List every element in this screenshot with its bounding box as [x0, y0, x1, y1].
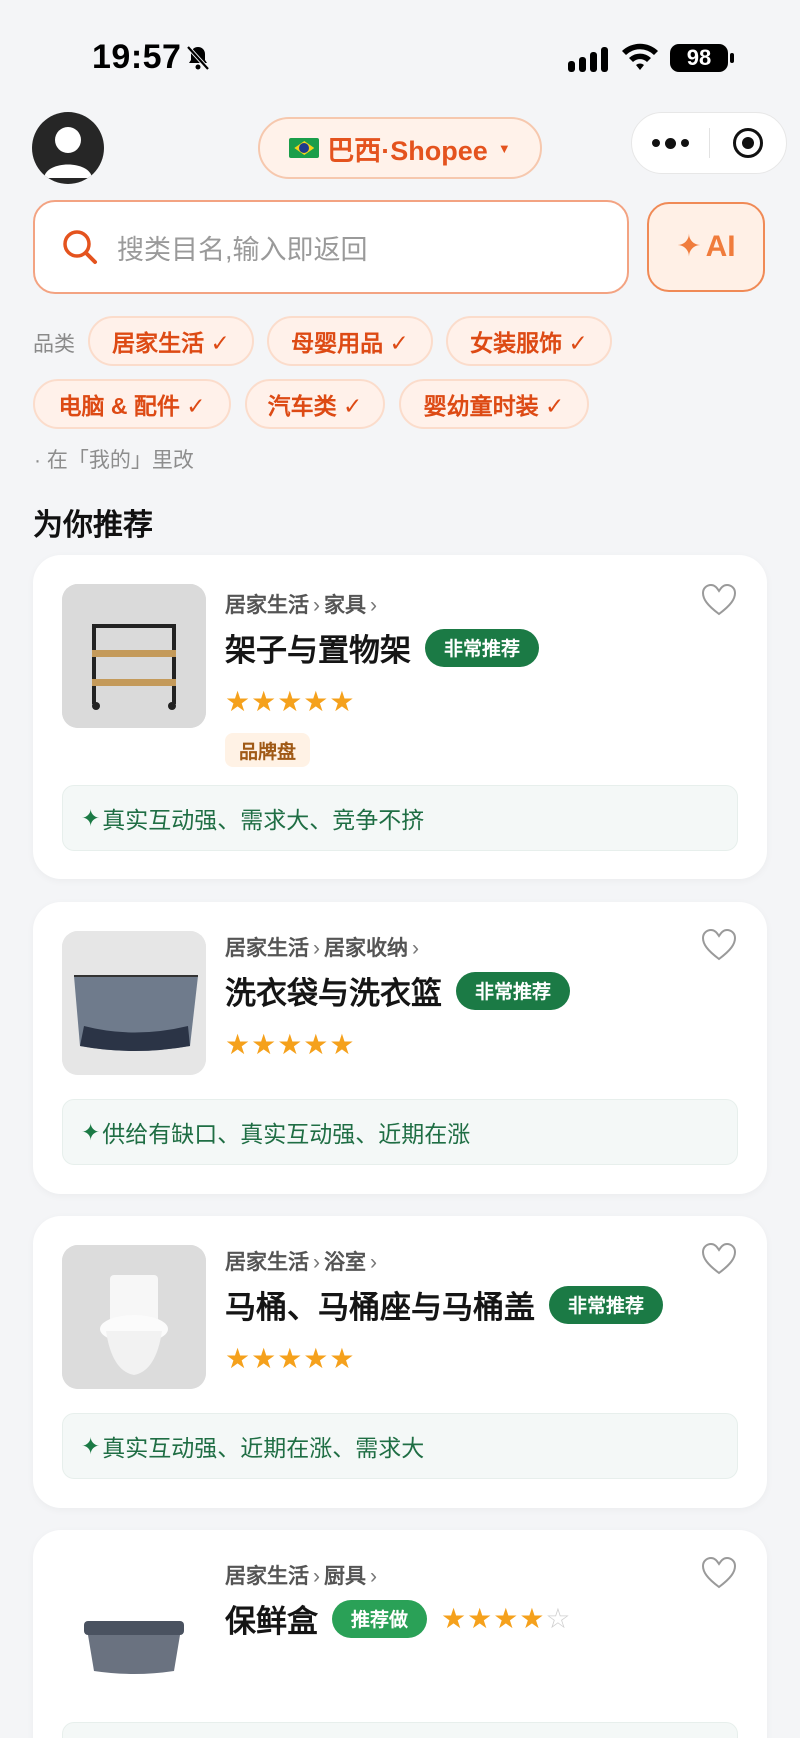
dot-icon [680, 139, 689, 147]
reason-box: ✦ 供给有缺口、真实互动强、近期在涨 [62, 1099, 738, 1165]
breadcrumb: 居家生活 › 家具 › [225, 589, 381, 619]
chevron-right-icon: › [313, 1251, 320, 1274]
sparkle-icon: ✦ [81, 804, 101, 831]
brand-tag: 品牌盘 [225, 733, 311, 767]
star-rating: ★★★★★ [225, 1029, 356, 1060]
ai-label: AI [705, 230, 736, 263]
category-chip-kids-fashion[interactable]: 婴幼童时装 ✓ [399, 379, 589, 429]
close-mini-program-button[interactable] [710, 128, 787, 158]
recommendation-card[interactable]: 居家生活 › 浴室 › 马桶、马桶座与马桶盖 非常推荐 ★★★★★ ✦ 真实互动强、近期… [33, 1216, 767, 1508]
card-title: 马桶、马桶座与马桶盖 [225, 1290, 535, 1325]
star-rating: ★★★★★ [225, 1343, 356, 1374]
card-title: 架子与置物架 [225, 633, 411, 668]
mini-program-capsule [631, 112, 787, 174]
user-icon [44, 127, 92, 178]
card-title-row: 架子与置物架 非常推荐 [225, 625, 540, 670]
avatar[interactable] [32, 112, 104, 184]
battery-indicator: 98 [670, 44, 734, 72]
card-title-row: 马桶、马桶座与马桶盖 非常推荐 [225, 1282, 664, 1327]
sparkle-icon: ✦ [81, 1432, 101, 1459]
sparkle-icon: ✦ [81, 1118, 101, 1145]
cellular-signal-icon [568, 44, 608, 72]
heart-icon[interactable] [701, 1242, 737, 1276]
recommendation-card[interactable]: 居家生活 › 厨具 › 保鲜盒 推荐做 ★★★★☆ [33, 1530, 767, 1738]
caret-down-icon: ▼ [497, 140, 511, 156]
target-icon [732, 128, 763, 158]
breadcrumb-main: 居家生活 [225, 937, 309, 960]
reason-box: ✦ 真实互动强、近期在涨、需求大 [62, 1413, 738, 1479]
search-input[interactable]: 搜类目名,输入即返回 [33, 200, 629, 294]
ai-button[interactable]: ✦ AI [647, 202, 765, 292]
product-thumbnail-toilet [62, 1245, 206, 1389]
breadcrumb-main: 居家生活 [225, 1251, 309, 1274]
chevron-right-icon: › [370, 594, 377, 617]
recommendation-card[interactable]: 居家生活 › 家具 › 架子与置物架 非常推荐 ★★★★★ 品牌盘 ✦ 真实互动强、需求… [33, 555, 767, 879]
recommendation-card[interactable]: 居家生活 › 居家收纳 › 洗衣袋与洗衣篮 非常推荐 ★★★★★ ✦ 供给有缺口、真实互… [33, 902, 767, 1194]
breadcrumb-sub: 家具 [324, 594, 366, 617]
product-thumbnail-laundry-bag [62, 931, 206, 1075]
reason-text: 真实互动强、需求大、竞争不挤 [102, 807, 425, 833]
brazil-flag-icon [289, 138, 320, 158]
star-rating: ★★★★☆ [441, 1603, 572, 1634]
heart-icon[interactable] [701, 928, 737, 962]
card-title-row: 洗衣袋与洗衣篮 非常推荐 [225, 968, 571, 1013]
region-selector[interactable]: 巴西·Shopee ▼ [258, 117, 542, 179]
dot-icon [664, 137, 676, 149]
status-time: 19:57 [92, 38, 182, 76]
dot-icon [651, 139, 660, 147]
reason-box [62, 1722, 738, 1738]
card-title-row: 保鲜盒 推荐做 ★★★★☆ [225, 1596, 572, 1641]
reason-box: ✦ 真实互动强、需求大、竞争不挤 [62, 785, 738, 851]
category-edit-hint: · 在「我的」里改 [34, 449, 194, 472]
chevron-right-icon: › [313, 1565, 320, 1588]
recommend-badge: 推荐做 [332, 1599, 428, 1638]
bell-muted-icon [186, 45, 210, 71]
category-chip-mother-baby[interactable]: 母婴用品 ✓ [267, 316, 433, 366]
card-title: 保鲜盒 [225, 1604, 318, 1639]
reason-text: 供给有缺口、真实互动强、近期在涨 [102, 1121, 471, 1147]
heart-icon[interactable] [701, 1556, 737, 1590]
recommend-badge: 非常推荐 [456, 971, 571, 1010]
reason-text: 真实互动强、近期在涨、需求大 [102, 1435, 425, 1461]
search-placeholder: 搜类目名,输入即返回 [117, 234, 368, 265]
search-icon [63, 230, 97, 264]
chevron-right-icon: › [370, 1251, 377, 1274]
breadcrumb: 居家生活 › 居家收纳 › [225, 932, 423, 962]
breadcrumb-sub: 浴室 [324, 1251, 366, 1274]
chevron-right-icon: › [370, 1565, 377, 1588]
heart-icon[interactable] [701, 583, 737, 617]
category-chip-womens-apparel[interactable]: 女装服饰 ✓ [446, 316, 612, 366]
breadcrumb-main: 居家生活 [225, 1565, 309, 1588]
category-chip-home-living[interactable]: 居家生活 ✓ [88, 316, 254, 366]
breadcrumb-main: 居家生活 [225, 594, 309, 617]
chevron-right-icon: › [313, 594, 320, 617]
card-title: 洗衣袋与洗衣篮 [225, 976, 442, 1011]
breadcrumb-sub: 居家收纳 [324, 937, 408, 960]
star-rating: ★★★★★ [225, 686, 356, 717]
chevron-right-icon: › [412, 937, 419, 960]
category-chip-automotive[interactable]: 汽车类 ✓ [245, 379, 385, 429]
status-bar: 19:57 98 [0, 0, 800, 110]
breadcrumb-sub: 厨具 [324, 1565, 366, 1588]
sparkle-icon: ✦ [676, 230, 702, 263]
recommend-badge: 非常推荐 [549, 1285, 664, 1324]
more-options-button[interactable] [632, 137, 709, 149]
section-title: 为你推荐 [33, 509, 153, 542]
category-chip-computers[interactable]: 电脑 & 配件 ✓ [33, 379, 231, 429]
wifi-icon [622, 43, 658, 70]
product-thumbnail-shelf [62, 584, 206, 728]
product-thumbnail-food-container [62, 1559, 206, 1703]
chevron-right-icon: › [313, 937, 320, 960]
recommend-badge: 非常推荐 [425, 628, 540, 667]
breadcrumb: 居家生活 › 厨具 › [225, 1560, 381, 1590]
region-label: 巴西·Shopee [327, 135, 488, 166]
category-label: 品类 [33, 333, 75, 356]
breadcrumb: 居家生活 › 浴室 › [225, 1246, 381, 1276]
